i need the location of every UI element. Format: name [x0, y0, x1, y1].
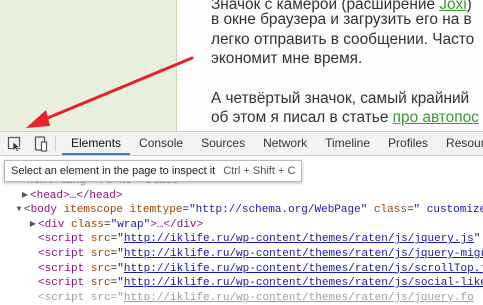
- inspect-tooltip: Select an element in the page to inspect…: [4, 160, 303, 182]
- article-line-2: в окне браузера и загрузить его на в: [211, 11, 472, 28]
- device-mode-icon: [34, 135, 48, 152]
- devtools-tabs: Elements Console Sources Network Timelin…: [62, 132, 483, 155]
- tab-console[interactable]: Console: [130, 132, 192, 155]
- dom-line-script[interactable]: <script src="http://iklife.ru/wp-content…: [0, 262, 483, 277]
- dom-line-script[interactable]: <script src="http://iklife.ru/wp-content…: [0, 232, 483, 247]
- tab-sources[interactable]: Sources: [192, 132, 254, 155]
- script-src-link[interactable]: http://iklife.ru/wp-content/themes/raten…: [124, 263, 483, 275]
- devtools-panel: Elements Console Sources Network Timelin…: [0, 131, 483, 304]
- tab-network[interactable]: Network: [254, 132, 316, 155]
- article-line-3: легко отправить в сообщении. Часто: [211, 31, 475, 48]
- toolbar-divider: [55, 136, 56, 151]
- dom-tree: <html lang="ru-RU" class> ▶ <head>…</hea…: [0, 174, 483, 305]
- inspect-element-button[interactable]: [6, 135, 24, 152]
- dom-line-script[interactable]: <script src="http://iklife.ru/wp-content…: [0, 247, 483, 262]
- dom-line-head[interactable]: ▶ <head>…</head>: [0, 189, 483, 204]
- article-line-5: А четвёртый значок, самый крайний: [211, 90, 470, 107]
- script-src-link[interactable]: http://iklife.ru/wp-content/themes/raten…: [124, 277, 483, 289]
- tab-resources[interactable]: Resources: [437, 132, 483, 155]
- expand-arrow-icon[interactable]: ▶: [28, 218, 38, 233]
- script-src-link[interactable]: http://iklife.ru/wp-content/themes/raten…: [124, 292, 474, 304]
- tab-timeline[interactable]: Timeline: [316, 132, 379, 155]
- page-sidebar-background: [0, 0, 177, 131]
- dom-line-script[interactable]: <script src="http://iklife.ru/wp-content…: [0, 276, 483, 291]
- browser-page-area: Значок с камерой (расширение Joxi) в окн…: [0, 0, 483, 131]
- devtools-toolbar: Elements Console Sources Network Timelin…: [0, 132, 483, 156]
- tab-profiles[interactable]: Profiles: [379, 132, 437, 155]
- tab-elements[interactable]: Elements: [62, 132, 131, 155]
- article-line-6: об этом я писал в статье про автопос: [211, 109, 479, 126]
- script-src-link[interactable]: http://iklife.ru/wp-content/themes/raten…: [124, 233, 474, 245]
- dom-line-div-wrap[interactable]: ▶ <div class="wrap">…</div>: [0, 218, 483, 233]
- tooltip-shortcut: Ctrl + Shift + C: [223, 165, 296, 177]
- inspect-cursor-icon: [7, 136, 21, 152]
- autoposting-link[interactable]: про автопос: [393, 109, 479, 126]
- article-text: Значок с камерой (расширение Joxi) в окн…: [184, 0, 483, 131]
- dom-line-script[interactable]: <script src="http://iklife.ru/wp-content…: [0, 291, 483, 305]
- expand-arrow-icon[interactable]: ▶: [20, 189, 30, 204]
- tooltip-text: Select an element in the page to inspect…: [11, 165, 216, 177]
- script-src-link[interactable]: http://iklife.ru/wp-content/themes/raten…: [124, 248, 483, 260]
- article-line-4: экономит мне время.: [211, 50, 363, 67]
- dom-line-body[interactable]: ▼ <body itemscope itemtype="http://schem…: [0, 203, 483, 218]
- device-toolbar-button[interactable]: [32, 135, 50, 152]
- collapse-arrow-icon[interactable]: ▼: [14, 203, 24, 218]
